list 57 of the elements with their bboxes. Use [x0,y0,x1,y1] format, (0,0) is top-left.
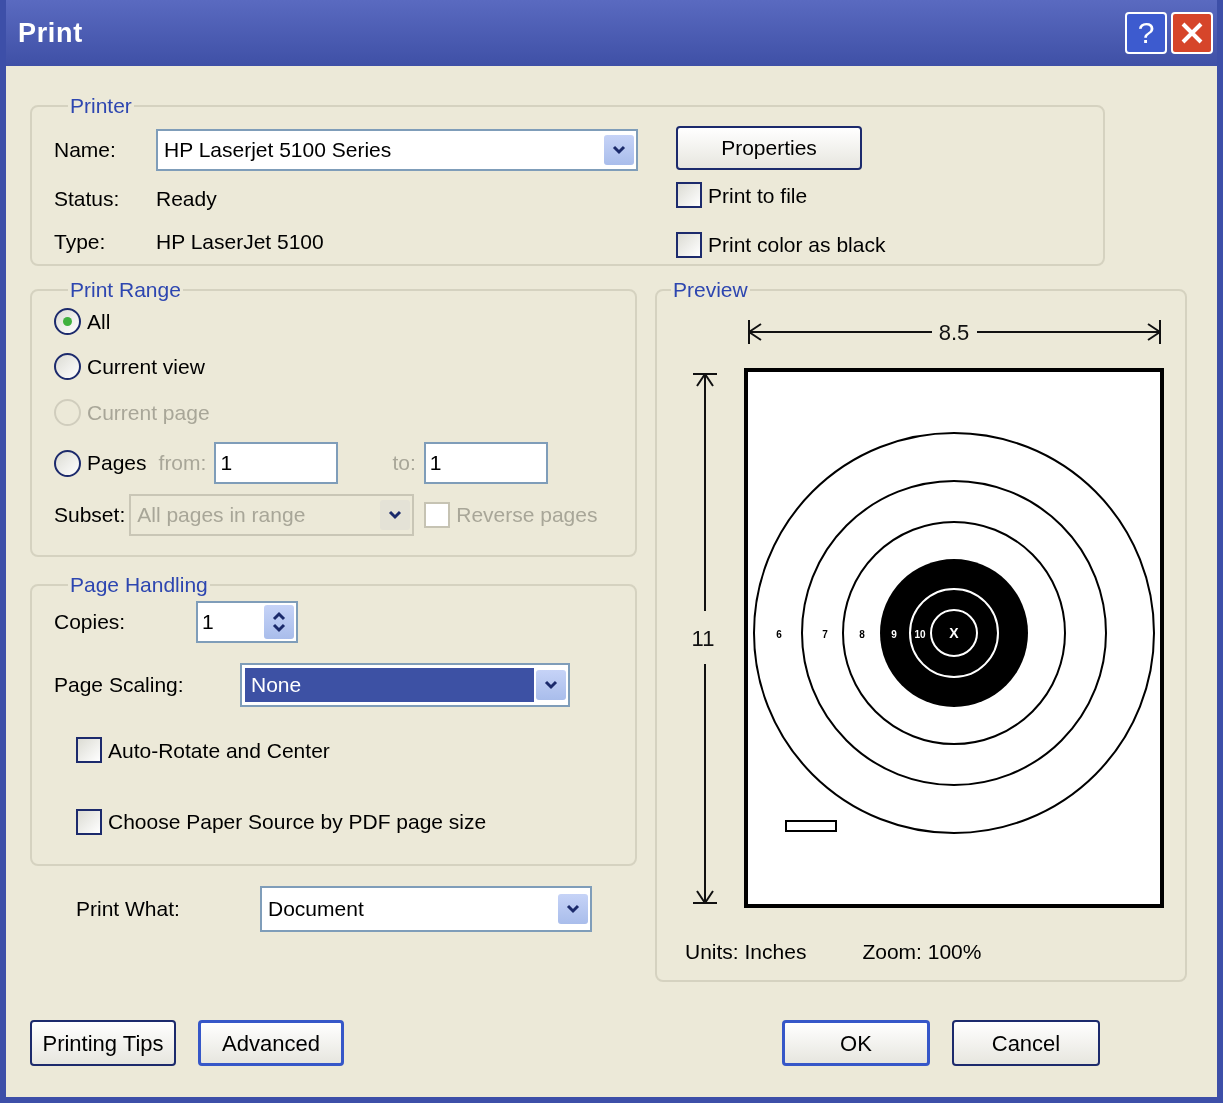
to-page-input[interactable]: 1 [423,442,548,484]
radio-label: All [87,308,111,335]
field-label: from: [158,450,207,477]
units-text: Units: Inches [685,938,807,965]
radio-label: Current view [87,354,205,380]
checkbox-label: Print color as black [708,232,886,258]
dialog-button[interactable]: Advanced [198,1020,344,1066]
radio-button[interactable] [54,353,81,381]
print-what-select[interactable]: Document [260,886,592,932]
properties-button[interactable]: Properties [676,125,862,170]
close-button[interactable] [1171,12,1213,54]
field-label: Copies: [54,608,127,635]
dialog-button[interactable]: Printing Tips [30,1020,176,1066]
radio-label: Current page [87,399,210,426]
field-label: Type: [54,229,107,255]
height-label: 11 [691,625,715,651]
group-title: Preview [672,277,749,303]
printer-select[interactable]: HP Laserjet 5100 Series [156,128,638,171]
status-value: Ready [156,185,218,212]
radio-label: Pages [87,450,147,477]
help-button[interactable]: ? [1125,12,1167,54]
dialog-button[interactable]: Cancel [952,1020,1100,1066]
field-label: Subset: [54,502,126,529]
checkbox[interactable] [76,737,102,764]
copies-spinner[interactable]: 1 [196,600,298,643]
field-label: to: [392,450,416,477]
window-title: Print [18,16,83,50]
checkbox-label: Print to file [708,182,808,209]
radio-button[interactable] [54,449,81,477]
width-label: 8.5 [938,319,970,345]
checkbox[interactable] [76,808,102,835]
field-label: Name: [54,136,117,163]
type-value: HP LaserJet 5100 [156,229,325,255]
ring-label: 9 [891,628,897,640]
checkbox[interactable] [676,231,702,258]
checkbox-label: Auto-Rotate and Center [108,737,330,764]
dialog-button[interactable]: OK [782,1020,930,1066]
close-icon [1180,21,1204,45]
group-title: Printer [69,93,133,119]
field-label: Page Scaling: [54,671,185,698]
ring-label: 7 [822,628,828,640]
checkbox-label: Reverse pages [456,502,598,529]
spinner-arrows-icon[interactable] [264,604,294,639]
ring-label: X [949,624,959,641]
ring-label: 10 [914,628,926,640]
ring-label: 6 [776,628,782,640]
from-page-input[interactable]: 1 [214,442,339,484]
checkbox-label: Choose Paper Source by PDF page size [108,809,487,835]
field-label: Print What: [76,896,181,923]
page-scaling-select[interactable]: None [240,662,570,707]
group-title: Page Handling [69,572,209,598]
group-title: Print Range [69,277,182,303]
ring-label: 8 [859,628,865,640]
zoom-text: Zoom: 100% [862,938,982,965]
checkbox[interactable] [676,182,702,209]
radio-button[interactable] [54,307,81,335]
field-label: Status: [54,185,121,212]
